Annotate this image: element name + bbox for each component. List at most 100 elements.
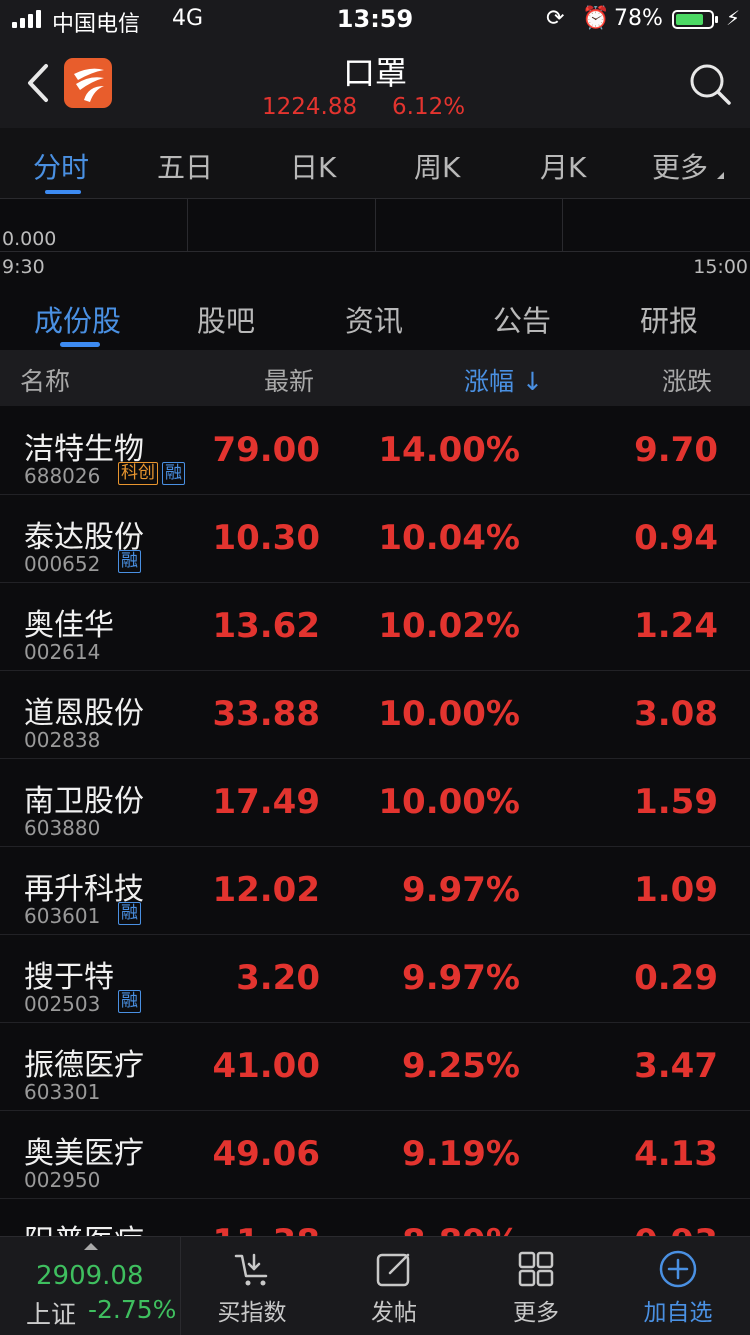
constituents-list: 洁特生物 688026 科创融 79.00 14.00% 9.70 泰达股份 000652 融 1… xyxy=(0,406,750,1236)
tab-monthly-k[interactable]: 月K xyxy=(540,146,586,186)
index-name: 上证 xyxy=(26,1300,77,1329)
status-bar: 中国电信 4G 13:59 ⟳ ⏰ 78% ⚡ xyxy=(0,0,750,40)
stock-name: 南卫股份 xyxy=(24,784,144,819)
tab-weekly-k[interactable]: 周K xyxy=(414,146,460,186)
stock-badges: 融 xyxy=(118,902,141,925)
add-circle-icon xyxy=(659,1250,697,1288)
table-row[interactable]: 奥美医疗 002950 49.06 9.19% 4.13 xyxy=(0,1110,750,1199)
post-label: 发帖 xyxy=(371,1300,417,1326)
tab-news[interactable]: 资讯 xyxy=(345,298,403,340)
chart-value-label: 0.000 xyxy=(2,228,57,250)
tab-more[interactable]: 更多 xyxy=(652,146,708,186)
bottom-bar: 2909.08 上证 -2.75% 买指数 发帖 更多 加自选 xyxy=(0,1236,750,1335)
table-row[interactable]: 洁特生物 688026 科创融 79.00 14.00% 9.70 xyxy=(0,406,750,495)
stock-change-pct: 10.00% xyxy=(378,694,520,734)
stock-badges: 科创融 xyxy=(118,462,185,485)
stock-name: 阳普医疗 xyxy=(24,1216,144,1236)
chart-start-time: 9:30 xyxy=(2,256,45,278)
stock-badges: 融 xyxy=(118,990,141,1013)
more-label: 更多 xyxy=(513,1300,559,1326)
cart-icon xyxy=(234,1253,268,1286)
table-row[interactable]: 道恩股份 002838 33.88 10.00% 3.08 xyxy=(0,670,750,759)
stock-code: 688026 xyxy=(24,464,101,488)
active-tab-indicator xyxy=(45,190,81,194)
stock-code: 603601 xyxy=(24,904,101,928)
stock-price: 41.00 xyxy=(212,1046,320,1086)
top-bar: 中国电信 4G 13:59 ⟳ ⏰ 78% ⚡ 口罩 1224.88 6.12% xyxy=(0,0,750,128)
stock-change: 3.47 xyxy=(634,1046,718,1086)
add-watchlist-label: 加自选 xyxy=(643,1300,713,1326)
stock-change-pct: 14.00% xyxy=(378,430,520,470)
stock-code: 002838 xyxy=(24,728,101,752)
charging-icon: ⚡ xyxy=(726,6,741,30)
tab-research[interactable]: 研报 xyxy=(640,298,698,340)
stock-change-pct: 10.04% xyxy=(378,518,520,558)
table-row[interactable]: 阳普医疗 11.38 8.89% 0.93 xyxy=(0,1198,750,1236)
table-row[interactable]: 再升科技 603601 融 12.02 9.97% 1.09 xyxy=(0,846,750,935)
active-subtab-indicator xyxy=(60,342,100,347)
stock-change: 9.70 xyxy=(634,430,718,470)
stock-change-pct: 10.02% xyxy=(378,606,520,646)
dropdown-triangle-icon xyxy=(717,172,724,179)
stock-change: 3.08 xyxy=(634,694,718,734)
battery-percent: 78% xyxy=(614,6,663,31)
stock-change: 0.94 xyxy=(634,518,718,558)
stock-price: 12.02 xyxy=(212,870,320,910)
search-button[interactable] xyxy=(688,62,732,106)
stock-price: 10.30 xyxy=(212,518,320,558)
stock-code: 002614 xyxy=(24,640,101,664)
star-market-badge: 科创 xyxy=(118,462,158,485)
stock-code: 002950 xyxy=(24,1168,101,1192)
page-title: 口罩 xyxy=(342,54,407,92)
post-button[interactable]: 发帖 xyxy=(324,1237,464,1335)
chart-gridline xyxy=(187,199,188,251)
table-header: 名称 最新 涨幅 ↓ 涨跌 xyxy=(0,350,750,406)
stock-badges: 融 xyxy=(118,550,141,573)
stock-change-pct: 10.00% xyxy=(378,782,520,822)
stock-price: 11.38 xyxy=(212,1222,320,1236)
stock-change: 0.29 xyxy=(634,958,718,998)
stock-change: 4.13 xyxy=(634,1134,718,1174)
stock-price: 17.49 xyxy=(212,782,320,822)
chart-gridline xyxy=(375,199,376,251)
tab-daily-k[interactable]: 日K xyxy=(290,146,336,186)
table-row[interactable]: 振德医疗 603301 41.00 9.25% 3.47 xyxy=(0,1022,750,1111)
intraday-chart[interactable]: 0.000 9:30 15:00 xyxy=(0,198,750,281)
stock-change-pct: 8.89% xyxy=(402,1222,520,1236)
header-latest[interactable]: 最新 xyxy=(264,362,314,398)
table-row[interactable]: 泰达股份 000652 融 10.30 10.04% 0.94 xyxy=(0,494,750,583)
table-row[interactable]: 南卫股份 603880 17.49 10.00% 1.59 xyxy=(0,758,750,847)
more-button[interactable]: 更多 xyxy=(466,1237,606,1335)
stock-name: 振德医疗 xyxy=(24,1048,144,1083)
tab-five-day[interactable]: 五日 xyxy=(157,146,213,186)
table-row[interactable]: 搜于特 002503 融 3.20 9.97% 0.29 xyxy=(0,934,750,1023)
index-ticker[interactable]: 2909.08 上证 -2.75% xyxy=(0,1237,181,1335)
battery-icon xyxy=(672,10,714,29)
tab-forum[interactable]: 股吧 xyxy=(197,298,255,340)
buy-index-button[interactable]: 买指数 xyxy=(182,1237,322,1335)
tab-intraday[interactable]: 分时 xyxy=(33,146,89,186)
chart-axis-line xyxy=(0,251,750,252)
stock-price: 3.20 xyxy=(236,958,320,998)
stock-code: 002503 xyxy=(24,992,101,1016)
tab-announcements[interactable]: 公告 xyxy=(493,298,551,340)
stock-price: 79.00 xyxy=(212,430,320,470)
stock-name: 奥佳华 xyxy=(24,608,114,643)
header-change[interactable]: 涨跌 xyxy=(662,362,712,398)
search-icon xyxy=(690,64,731,105)
content-tabs: 成份股 股吧 资讯 公告 研报 xyxy=(0,280,750,350)
stock-price: 49.06 xyxy=(212,1134,320,1174)
expand-up-icon xyxy=(84,1243,98,1250)
stock-price: 33.88 xyxy=(212,694,320,734)
buy-index-label: 买指数 xyxy=(217,1300,287,1326)
stock-change-pct: 9.25% xyxy=(402,1046,520,1086)
tab-constituents[interactable]: 成份股 xyxy=(34,298,121,340)
header-change-pct-sorted[interactable]: 涨幅 ↓ xyxy=(464,362,543,398)
battery-tip xyxy=(715,16,718,23)
add-watchlist-button[interactable]: 加自选 xyxy=(608,1237,748,1335)
table-row[interactable]: 奥佳华 002614 13.62 10.02% 1.24 xyxy=(0,582,750,671)
margin-trading-badge: 融 xyxy=(118,990,141,1013)
chart-end-time: 15:00 xyxy=(693,256,748,278)
header-name[interactable]: 名称 xyxy=(20,362,70,398)
index-value: 2909.08 xyxy=(36,1261,144,1291)
